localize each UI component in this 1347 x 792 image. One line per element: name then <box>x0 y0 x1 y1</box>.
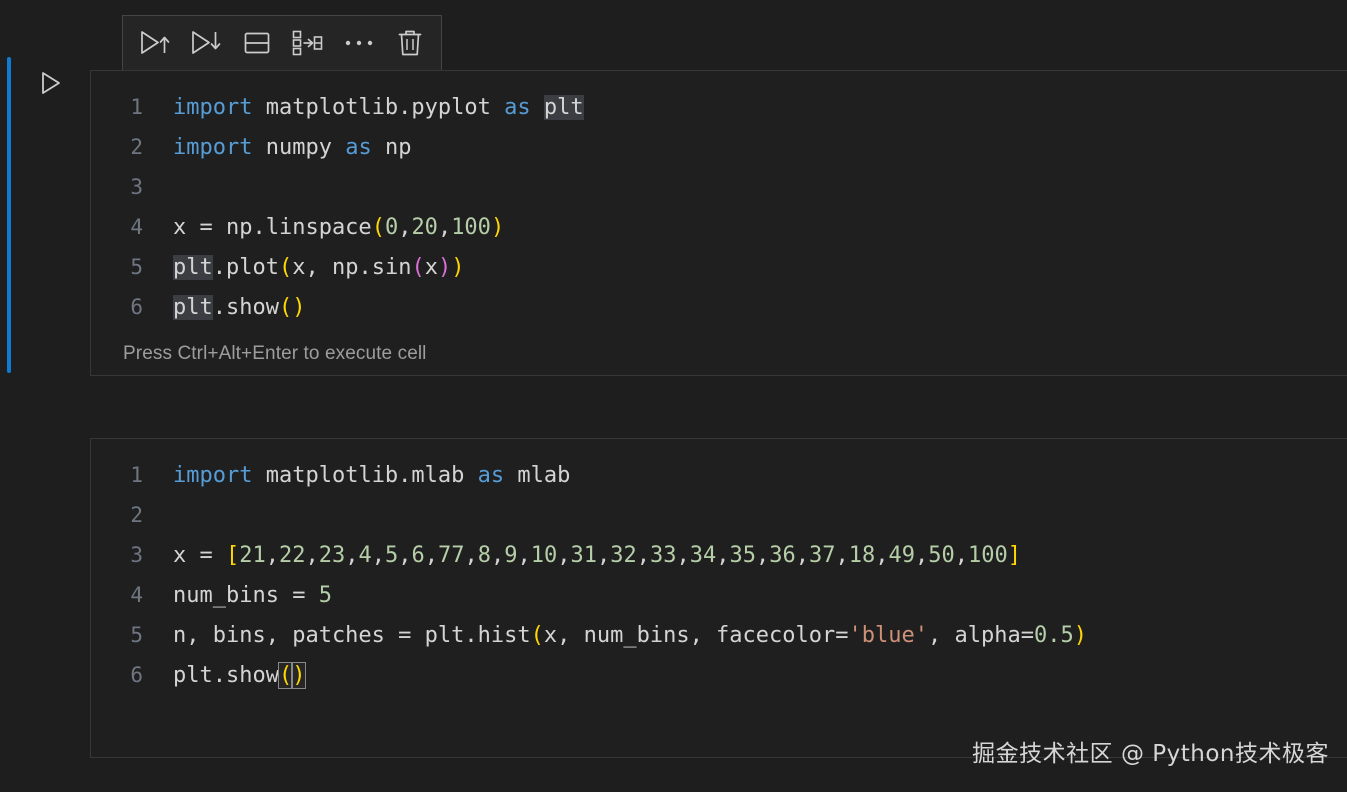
code-line[interactable]: 4 x = np.linspace(0,20,100) <box>91 207 1347 247</box>
notebook-cell[interactable]: 1 import matplotlib.mlab as mlab 2 3 x =… <box>90 438 1347 758</box>
line-number: 4 <box>130 583 143 607</box>
line-number: 6 <box>130 295 143 319</box>
delete-cell-button[interactable] <box>384 21 435 65</box>
code-line[interactable]: 2 import numpy as np <box>91 127 1347 167</box>
line-number: 3 <box>130 543 143 567</box>
watermark: 掘金技术社区 @ Python技术极客 <box>972 741 1329 767</box>
code-line[interactable]: 3 <box>91 167 1347 207</box>
code-line-content[interactable]: import matplotlib.mlab as mlab <box>143 456 570 496</box>
run-cell-button[interactable] <box>38 70 64 96</box>
code-editor[interactable]: 1 import matplotlib.pyplot as plt 2 impo… <box>91 71 1347 327</box>
code-line-content[interactable]: x = [21,22,23,4,5,6,77,8,9,10,31,32,33,3… <box>143 536 1021 576</box>
more-actions-button[interactable] <box>333 21 384 65</box>
code-line-content[interactable]: num_bins = 5 <box>143 576 332 616</box>
line-number: 6 <box>130 663 143 687</box>
play-arrow-up-icon <box>140 31 169 54</box>
code-line-content[interactable]: n, bins, patches = plt.hist(x, num_bins,… <box>143 616 1087 656</box>
execute-cell-hint: Press Ctrl+Alt+Enter to execute cell <box>123 343 427 364</box>
code-line-content[interactable]: plt.plot(x, np.sin(x)) <box>143 248 464 288</box>
line-number: 1 <box>130 95 143 119</box>
notebook-editor: 1 import matplotlib.pyplot as plt 2 impo… <box>0 0 1347 792</box>
trash-icon <box>398 30 421 56</box>
line-number: 5 <box>130 623 143 647</box>
merge-cell-icon <box>292 30 322 56</box>
active-cell-indicator <box>7 57 11 373</box>
line-number: 3 <box>130 175 143 199</box>
line-number: 4 <box>130 215 143 239</box>
run-above-button[interactable] <box>129 21 180 65</box>
code-line-content[interactable]: plt.show() <box>143 288 305 328</box>
code-line[interactable]: 4 num_bins = 5 <box>91 575 1347 615</box>
code-editor[interactable]: 1 import matplotlib.mlab as mlab 2 3 x =… <box>91 439 1347 695</box>
code-line[interactable]: 5 plt.plot(x, np.sin(x)) <box>91 247 1347 287</box>
code-line-content[interactable]: import matplotlib.pyplot as plt <box>143 88 584 128</box>
code-line-content[interactable]: plt.show() <box>143 656 307 696</box>
notebook-cell[interactable]: 1 import matplotlib.pyplot as plt 2 impo… <box>90 70 1347 376</box>
run-below-button[interactable] <box>180 21 231 65</box>
line-number: 2 <box>130 135 143 159</box>
line-number: 1 <box>130 463 143 487</box>
merge-cell-button[interactable] <box>282 21 333 65</box>
code-line[interactable]: 6 plt.show() <box>91 287 1347 327</box>
code-line-content[interactable]: import numpy as np <box>143 128 411 168</box>
ellipsis-icon <box>345 40 372 46</box>
code-line[interactable]: 2 <box>91 495 1347 535</box>
code-line[interactable]: 5 n, bins, patches = plt.hist(x, num_bin… <box>91 615 1347 655</box>
play-triangle-outline-icon <box>42 72 60 94</box>
split-cell-button[interactable] <box>231 21 282 65</box>
code-line-content[interactable]: x = np.linspace(0,20,100) <box>143 208 504 248</box>
split-cell-icon <box>244 32 269 54</box>
code-line[interactable]: 1 import matplotlib.mlab as mlab <box>91 455 1347 495</box>
cell-toolbar <box>122 15 442 71</box>
code-line[interactable]: 6 plt.show() <box>91 655 1347 695</box>
play-arrow-down-icon <box>191 31 220 54</box>
code-line[interactable]: 3 x = [21,22,23,4,5,6,77,8,9,10,31,32,33… <box>91 535 1347 575</box>
line-number: 5 <box>130 255 143 279</box>
line-number: 2 <box>130 503 143 527</box>
code-line[interactable]: 1 import matplotlib.pyplot as plt <box>91 87 1347 127</box>
